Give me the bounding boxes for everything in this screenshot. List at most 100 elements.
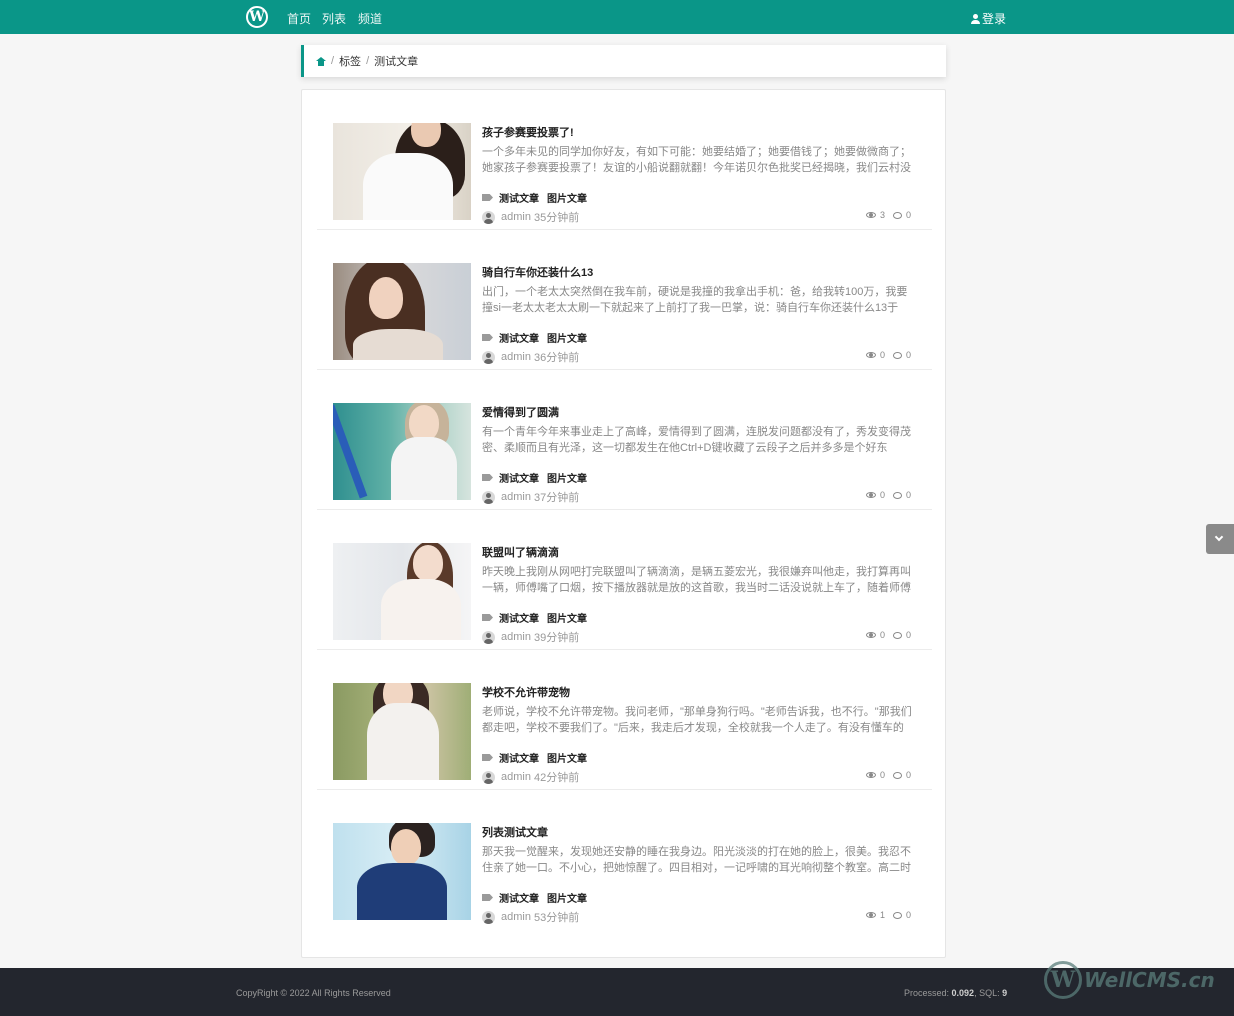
post-title[interactable]: 学校不允许带宠物 <box>482 684 570 700</box>
nav-link-channel[interactable]: 频道 <box>358 10 382 27</box>
eye-icon <box>865 632 876 638</box>
post-meta: admin 42分钟前 <box>482 769 579 785</box>
post-thumbnail[interactable] <box>333 123 471 220</box>
post-item: 骑自行车你还装什么13 出门，一个老太太突然倒在我车前，硬说是我撞的我拿出手机：… <box>317 230 932 370</box>
view-count: 0 <box>879 770 885 780</box>
post-author[interactable]: admin <box>501 771 531 783</box>
tag-link[interactable]: 图片文章 <box>547 190 587 205</box>
tag-link[interactable]: 测试文章 <box>499 890 539 905</box>
site-logo[interactable]: W <box>246 6 268 28</box>
post-tags: 测试文章 图片文章 <box>482 750 595 765</box>
breadcrumb-separator: / <box>331 55 335 67</box>
avatar <box>482 210 495 224</box>
post-title[interactable]: 骑自行车你还装什么13 <box>482 264 593 280</box>
post-tags: 测试文章 图片文章 <box>482 470 595 485</box>
post-thumbnail[interactable] <box>333 823 471 920</box>
post-stats: 0 0 <box>865 490 911 500</box>
post-author[interactable]: admin <box>501 911 531 923</box>
post-author[interactable]: admin <box>501 631 531 643</box>
post-title[interactable]: 孩子参赛要投票了! <box>482 124 574 140</box>
post-meta: admin 53分钟前 <box>482 909 579 925</box>
post-meta: admin 37分钟前 <box>482 489 579 505</box>
tag-link[interactable]: 图片文章 <box>547 610 587 625</box>
tag-link[interactable]: 测试文章 <box>499 610 539 625</box>
tag-icon <box>482 474 493 481</box>
post-tags: 测试文章 图片文章 <box>482 610 595 625</box>
view-count: 0 <box>879 490 885 500</box>
login-link[interactable]: 登录 <box>970 10 1006 27</box>
avatar <box>482 770 495 784</box>
post-item: 联盟叫了辆滴滴 昨天晚上我刚从网吧打完联盟叫了辆滴滴，是辆五菱宏光，我很嫌弃叫他… <box>317 510 932 650</box>
eye-icon <box>865 212 876 218</box>
comment-count: 0 <box>905 770 911 780</box>
nav-link-home[interactable]: 首页 <box>287 10 311 27</box>
view-count: 3 <box>879 210 885 220</box>
comment-icon <box>892 911 902 919</box>
post-time: 37分钟前 <box>534 492 580 504</box>
post-meta: admin 35分钟前 <box>482 209 579 225</box>
post-author[interactable]: admin <box>501 351 531 363</box>
comment-icon <box>892 771 902 779</box>
post-thumbnail[interactable] <box>333 403 471 500</box>
breadcrumb-item-current: 测试文章 <box>374 56 419 68</box>
top-navbar: W 首页 列表 频道 登录 <box>0 0 1234 34</box>
tag-icon <box>482 334 493 341</box>
tag-link[interactable]: 测试文章 <box>499 190 539 205</box>
tag-link[interactable]: 测试文章 <box>499 330 539 345</box>
post-excerpt: 老师说，学校不允许带宠物。我问老师，"那单身狗行吗。"老师告诉我，也不行。"那我… <box>482 706 912 734</box>
post-stats: 1 0 <box>865 910 911 920</box>
post-thumbnail[interactable] <box>333 543 471 640</box>
post-author[interactable]: admin <box>501 491 531 503</box>
breadcrumb-item-tag[interactable]: 标签 <box>339 53 361 69</box>
post-excerpt: 一个多年未见的同学加你好友，有如下可能：她要结婚了；她要借钱了；她要做微商了；她… <box>482 146 911 174</box>
home-icon[interactable] <box>316 56 326 66</box>
post-meta: admin 36分钟前 <box>482 349 579 365</box>
avatar <box>482 490 495 504</box>
watermark-text: WellCMS.cn <box>1084 968 1215 992</box>
scroll-down-button[interactable] <box>1206 524 1234 554</box>
view-count: 0 <box>879 350 885 360</box>
tag-icon <box>482 614 493 621</box>
sql-label: , SQL: <box>974 988 1003 998</box>
watermark-logo: W WellCMS.cn <box>1044 960 1215 1000</box>
comment-icon <box>892 351 902 359</box>
tag-link[interactable]: 图片文章 <box>547 750 587 765</box>
tag-icon <box>482 194 493 201</box>
tag-link[interactable]: 图片文章 <box>547 890 587 905</box>
chevron-down-icon <box>1214 532 1224 542</box>
post-stats: 0 0 <box>865 350 911 360</box>
comment-icon <box>892 491 902 499</box>
post-time: 39分钟前 <box>534 632 580 644</box>
comment-count: 0 <box>905 210 911 220</box>
post-thumbnail[interactable] <box>333 683 471 780</box>
breadcrumb-separator: / <box>366 55 370 67</box>
processed-stats: Processed: 0.092, SQL: 9 <box>904 988 1007 998</box>
nav-link-list[interactable]: 列表 <box>322 10 346 27</box>
breadcrumb: / 标签 / 测试文章 <box>301 45 946 77</box>
avatar <box>482 910 495 924</box>
post-title[interactable]: 列表测试文章 <box>482 824 548 840</box>
comment-count: 0 <box>905 350 911 360</box>
post-tags: 测试文章 图片文章 <box>482 330 595 345</box>
post-thumbnail[interactable] <box>333 263 471 360</box>
tag-link[interactable]: 测试文章 <box>499 750 539 765</box>
tag-link[interactable]: 图片文章 <box>547 330 587 345</box>
post-meta: admin 39分钟前 <box>482 629 579 645</box>
post-title[interactable]: 爱情得到了圆满 <box>482 404 559 420</box>
comment-count: 0 <box>905 490 911 500</box>
avatar <box>482 350 495 364</box>
processed-label: Processed: <box>904 988 952 998</box>
eye-icon <box>865 492 876 498</box>
eye-icon <box>865 772 876 778</box>
tag-link[interactable]: 图片文章 <box>547 470 587 485</box>
post-time: 35分钟前 <box>534 212 580 224</box>
post-author[interactable]: admin <box>501 211 531 223</box>
view-count: 1 <box>879 910 885 920</box>
comment-count: 0 <box>905 910 911 920</box>
post-excerpt: 那天我一觉醒来，发现她还安静的睡在我身边。阳光淡淡的打在她的脸上，很美。我忍不住… <box>482 846 911 874</box>
post-tags: 测试文章 图片文章 <box>482 890 595 905</box>
tag-link[interactable]: 测试文章 <box>499 470 539 485</box>
post-title[interactable]: 联盟叫了辆滴滴 <box>482 544 559 560</box>
post-excerpt: 昨天晚上我刚从网吧打完联盟叫了辆滴滴，是辆五菱宏光，我很嫌弃叫他走，我打算再叫一… <box>482 566 911 594</box>
watermark-icon: W <box>1044 961 1082 999</box>
